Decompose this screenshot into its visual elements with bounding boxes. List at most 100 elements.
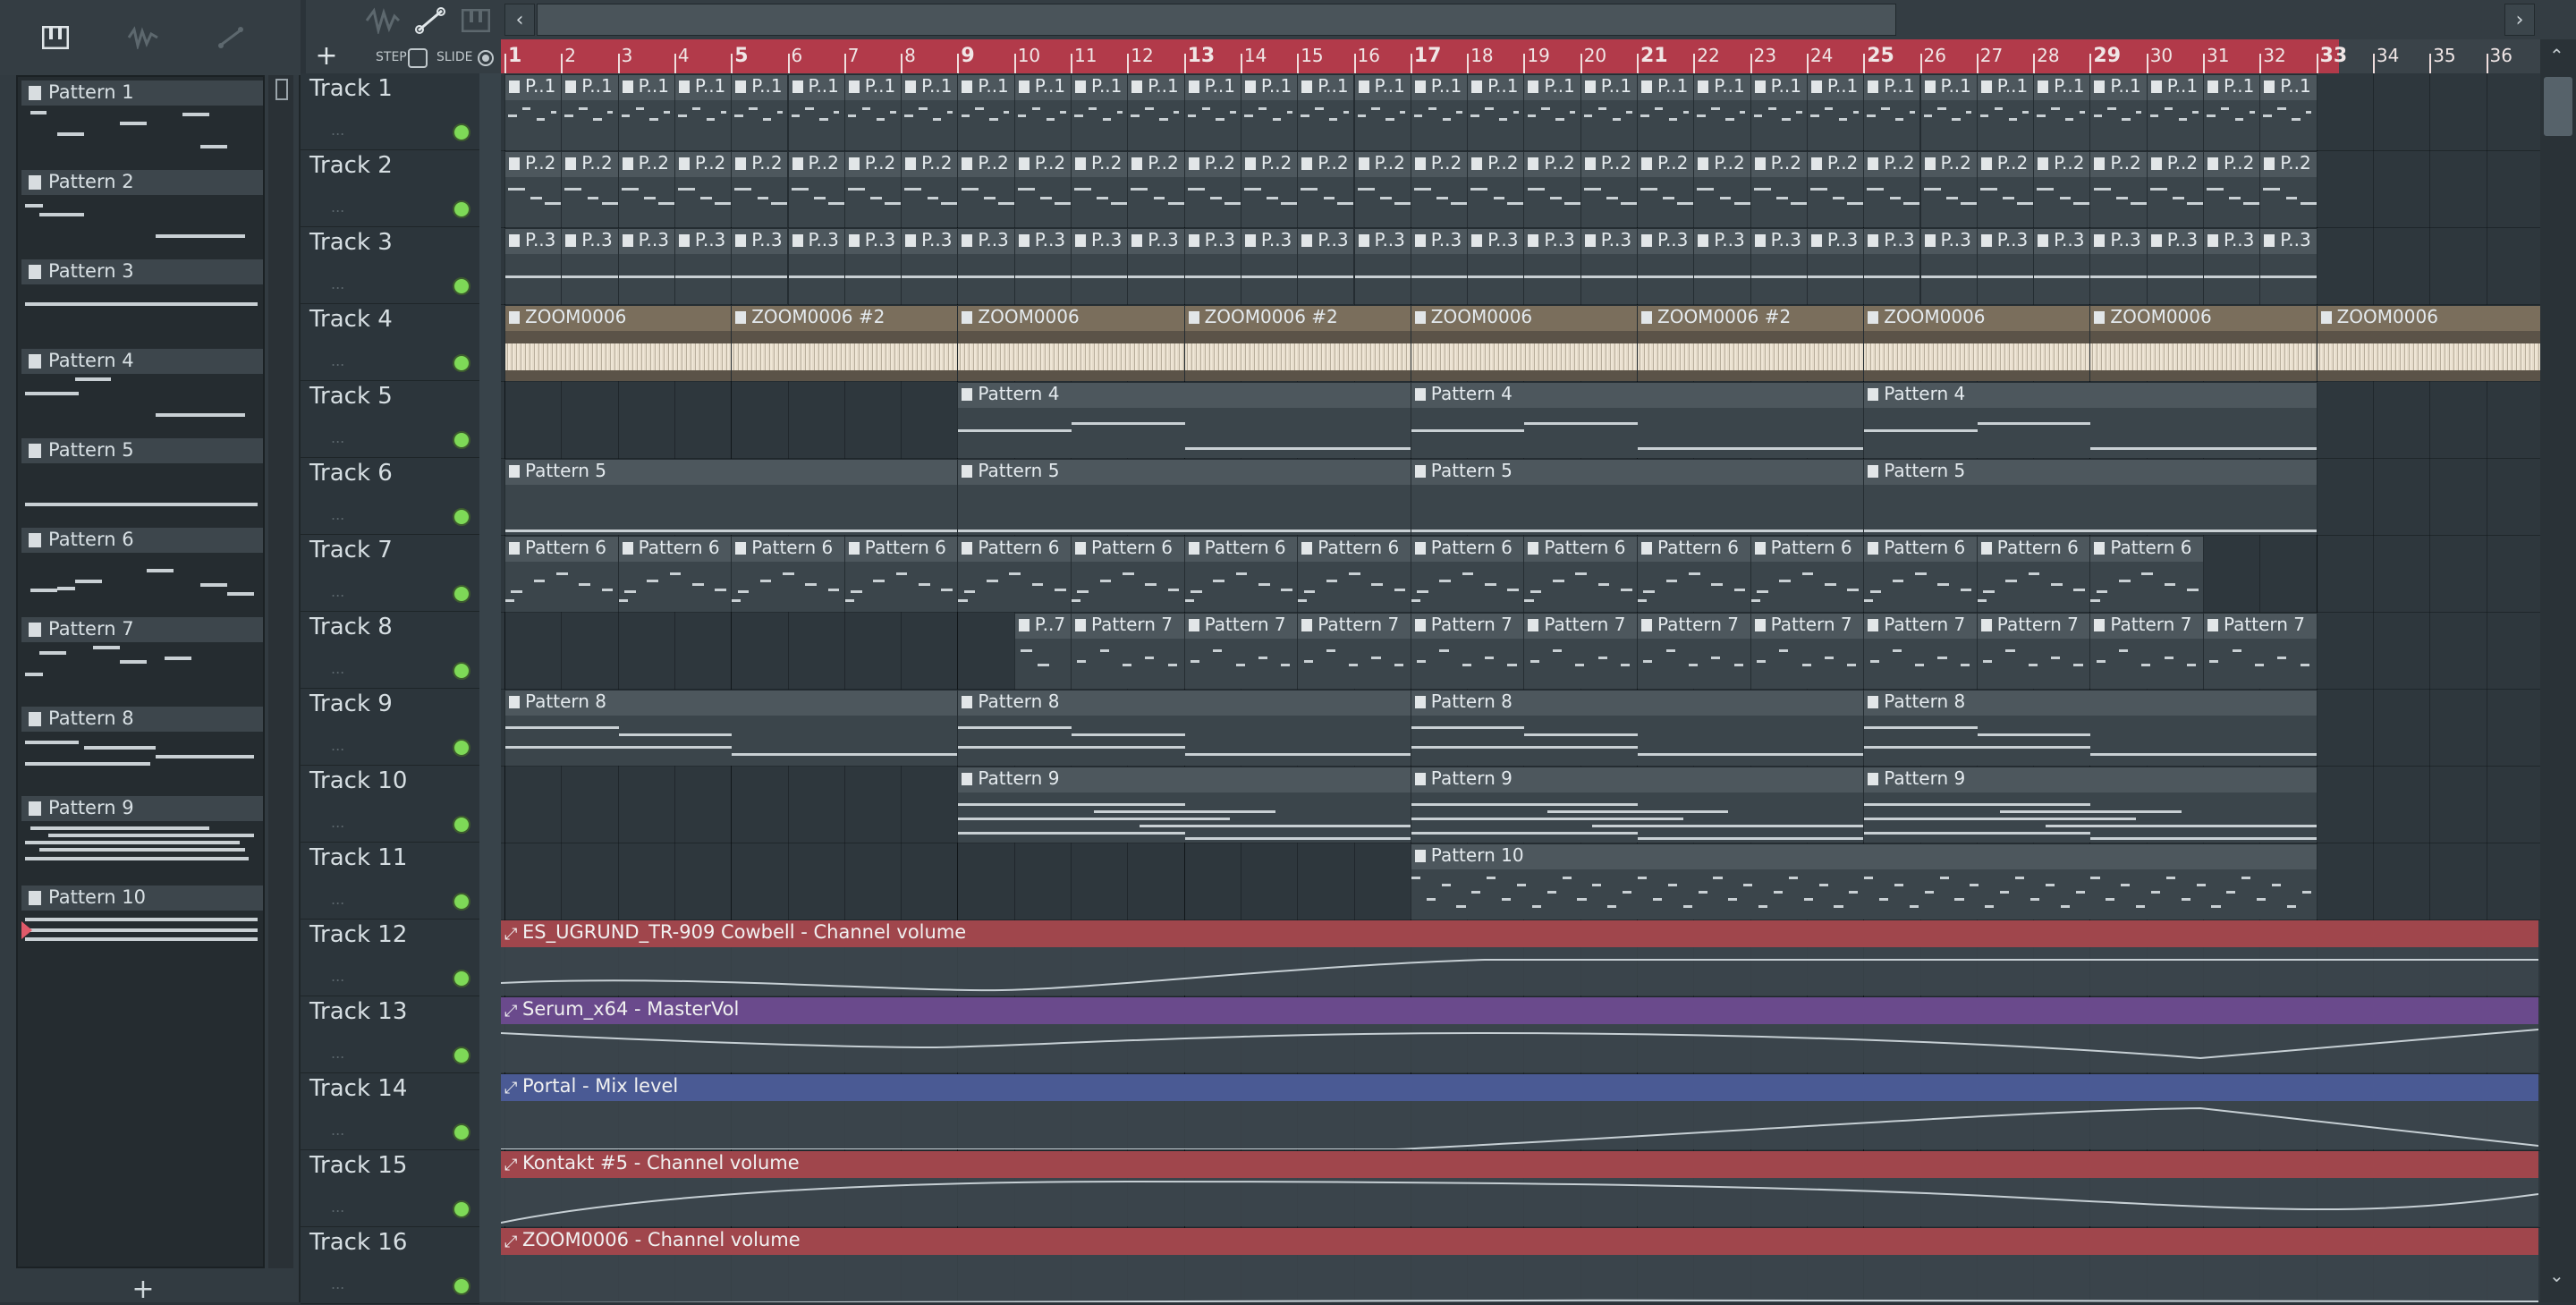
clip-header[interactable]: P..1 bbox=[958, 75, 1014, 100]
pattern-clip[interactable]: Pattern 6 bbox=[1863, 536, 1978, 613]
scroll-down-icon[interactable]: ⌄ bbox=[2549, 1265, 2564, 1286]
pattern-clip[interactable]: P..1 bbox=[731, 74, 789, 151]
pattern-clip[interactable]: P..2 bbox=[1523, 151, 1581, 228]
pattern-clip[interactable]: Pattern 6 bbox=[1410, 536, 1525, 613]
audio-tool-icon[interactable] bbox=[365, 7, 401, 38]
track-mute-led[interactable] bbox=[453, 585, 470, 603]
clip-header[interactable]: P..2 bbox=[1977, 152, 2034, 177]
pattern-clip[interactable]: P..2 bbox=[1637, 151, 1695, 228]
pattern-clip[interactable]: P..3 bbox=[1183, 228, 1241, 305]
pattern-item-header[interactable]: Pattern 6 bbox=[21, 528, 263, 553]
pattern-clip[interactable]: P..1 bbox=[2089, 74, 2148, 151]
clip-header[interactable]: P..3 bbox=[958, 229, 1014, 254]
clip-header[interactable]: Pattern 6 bbox=[844, 537, 958, 562]
pattern-clip[interactable]: P..1 bbox=[1523, 74, 1581, 151]
clip-header[interactable]: P..1 bbox=[2147, 75, 2203, 100]
pattern-clip[interactable]: P..2 bbox=[1013, 151, 1072, 228]
pattern-clip[interactable]: P..3 bbox=[2259, 228, 2318, 305]
clip-header[interactable]: P..2 bbox=[1354, 152, 1411, 177]
clip-header[interactable]: Pattern 9 bbox=[1864, 767, 2317, 792]
clip-header[interactable]: P..2 bbox=[844, 152, 902, 177]
clip-header[interactable]: Pattern 10 bbox=[1411, 844, 2317, 869]
track-lane[interactable]: P..3 P..3 P..3 P..3 P..3 P..3 P..3 P..3 P..3 P..3… bbox=[501, 227, 2540, 305]
pattern-clip[interactable]: P..1 bbox=[2259, 74, 2318, 151]
slide-toggle[interactable] bbox=[478, 50, 494, 66]
pattern-clip[interactable]: P..1 bbox=[843, 74, 902, 151]
clip-header[interactable]: ZOOM0006 bbox=[1864, 306, 2090, 331]
pattern-clip[interactable]: Pattern 6 bbox=[1523, 536, 1638, 613]
clip-header[interactable]: P..1 bbox=[1864, 75, 1920, 100]
add-pattern-button[interactable]: + bbox=[125, 1274, 161, 1305]
pattern-clip[interactable]: Pattern 6 bbox=[731, 536, 845, 613]
clip-header[interactable]: P..2 bbox=[1128, 152, 1184, 177]
clip-header[interactable]: P..2 bbox=[958, 152, 1014, 177]
clip-header[interactable]: P..3 bbox=[1128, 229, 1184, 254]
clip-header[interactable]: Pattern 7 bbox=[1750, 614, 1864, 639]
pattern-clip[interactable]: Pattern 7 bbox=[1976, 613, 2091, 690]
pattern-clip[interactable]: Pattern 6 bbox=[1637, 536, 1751, 613]
clip-header[interactable]: P..3 bbox=[1411, 229, 1468, 254]
pattern-clip[interactable]: Pattern 6 bbox=[2089, 536, 2204, 613]
automation-curve[interactable] bbox=[501, 997, 2538, 1072]
pattern-clip[interactable]: P..2 bbox=[1806, 151, 1865, 228]
pattern-clip[interactable]: P..3 bbox=[1013, 228, 1072, 305]
pattern-clip[interactable]: Pattern 9 bbox=[1863, 767, 2318, 843]
playlist-grid[interactable]: P..1 P..1 P..1 P..1 P..1 P..1 P..1 P..1 P..1 P..1… bbox=[501, 73, 2540, 1302]
pattern-clip[interactable]: P..2 bbox=[1580, 151, 1638, 228]
pattern-clip[interactable]: P..1 bbox=[561, 74, 619, 151]
track-header[interactable]: Track 13... bbox=[301, 996, 479, 1073]
track-lane[interactable]: ⤢ ES_UGRUND_TR-909 Cowbell - Channel volu… bbox=[501, 919, 2540, 997]
clip-header[interactable]: P..2 bbox=[1638, 152, 1694, 177]
pattern-clip[interactable]: P..2 bbox=[1919, 151, 1978, 228]
pattern-item-header[interactable]: Pattern 3 bbox=[21, 259, 263, 284]
clip-header[interactable]: Pattern 6 bbox=[1750, 537, 1864, 562]
clip-header[interactable]: Pattern 6 bbox=[1638, 537, 1750, 562]
pattern-clip[interactable]: P..1 bbox=[1919, 74, 1978, 151]
clip-header[interactable]: Pattern 5 bbox=[1411, 460, 1864, 485]
pattern-clip[interactable]: Pattern 8 bbox=[957, 690, 1411, 767]
clip-header[interactable]: P..3 bbox=[1241, 229, 1298, 254]
track-mute-led[interactable] bbox=[453, 1123, 470, 1141]
clip-header[interactable]: P..1 bbox=[674, 75, 732, 100]
clip-header[interactable]: P..1 bbox=[1694, 75, 1750, 100]
pattern-clip[interactable]: Pattern 6 bbox=[1297, 536, 1411, 613]
track-lane[interactable]: Pattern 6 Pattern 6 Pattern 6 Pattern 6 Patt… bbox=[501, 535, 2540, 613]
clip-header[interactable]: P..3 bbox=[1580, 229, 1637, 254]
track-lane[interactable]: Pattern 8 Pattern 8 Pattern 8 Pattern 8 bbox=[501, 689, 2540, 767]
clip-header[interactable]: P..3 bbox=[2034, 229, 2090, 254]
pattern-clip[interactable]: P..3 bbox=[1071, 228, 1129, 305]
clip-header[interactable]: Pattern 8 bbox=[958, 691, 1411, 716]
clip-header[interactable]: P..1 bbox=[1072, 75, 1128, 100]
pattern-clip[interactable]: Pattern 5 bbox=[1863, 459, 2318, 536]
pattern-clip[interactable]: P..3 bbox=[2089, 228, 2148, 305]
clip-header[interactable]: P..2 bbox=[1864, 152, 1920, 177]
clip-header[interactable]: ZOOM0006 bbox=[958, 306, 1184, 331]
pattern-item[interactable]: Pattern 7 bbox=[21, 617, 263, 703]
pattern-clip[interactable]: P..1 bbox=[1863, 74, 1921, 151]
track-mute-led[interactable] bbox=[453, 739, 470, 757]
pattern-item-header[interactable]: Pattern 2 bbox=[21, 170, 263, 195]
pattern-clip[interactable]: P..2 bbox=[504, 151, 563, 228]
pattern-clip[interactable]: P..3 bbox=[787, 228, 845, 305]
pattern-item[interactable]: Pattern 5 bbox=[21, 438, 263, 524]
pattern-clip[interactable]: P..2 bbox=[1976, 151, 2035, 228]
pattern-clip[interactable]: P..1 bbox=[1467, 74, 1525, 151]
clip-header[interactable]: Pattern 7 bbox=[1524, 614, 1637, 639]
clip-header[interactable]: P..1 bbox=[1807, 75, 1864, 100]
clip-header[interactable]: P..3 bbox=[1184, 229, 1241, 254]
pattern-clip[interactable]: P..2 bbox=[1183, 151, 1241, 228]
pattern-clip[interactable]: P..3 bbox=[1410, 228, 1469, 305]
clip-header[interactable]: P..2 bbox=[674, 152, 732, 177]
pattern-clip[interactable]: P..2 bbox=[1240, 151, 1299, 228]
pattern-item-header[interactable]: Pattern 1 bbox=[21, 81, 263, 106]
clip-header[interactable]: P..3 bbox=[1750, 229, 1807, 254]
clip-header[interactable]: P..3 bbox=[2260, 229, 2317, 254]
clip-header[interactable]: P..3 bbox=[2147, 229, 2203, 254]
clip-header[interactable]: Pattern 6 bbox=[1411, 537, 1524, 562]
pattern-clip[interactable]: P..2 bbox=[901, 151, 959, 228]
pattern-clip[interactable]: P..2 bbox=[1353, 151, 1411, 228]
pattern-clip[interactable]: P..2 bbox=[617, 151, 675, 228]
clip-header[interactable]: Pattern 7 bbox=[1298, 614, 1411, 639]
clip-header[interactable]: P..3 bbox=[1014, 229, 1071, 254]
pattern-clip[interactable]: P..2 bbox=[1127, 151, 1185, 228]
